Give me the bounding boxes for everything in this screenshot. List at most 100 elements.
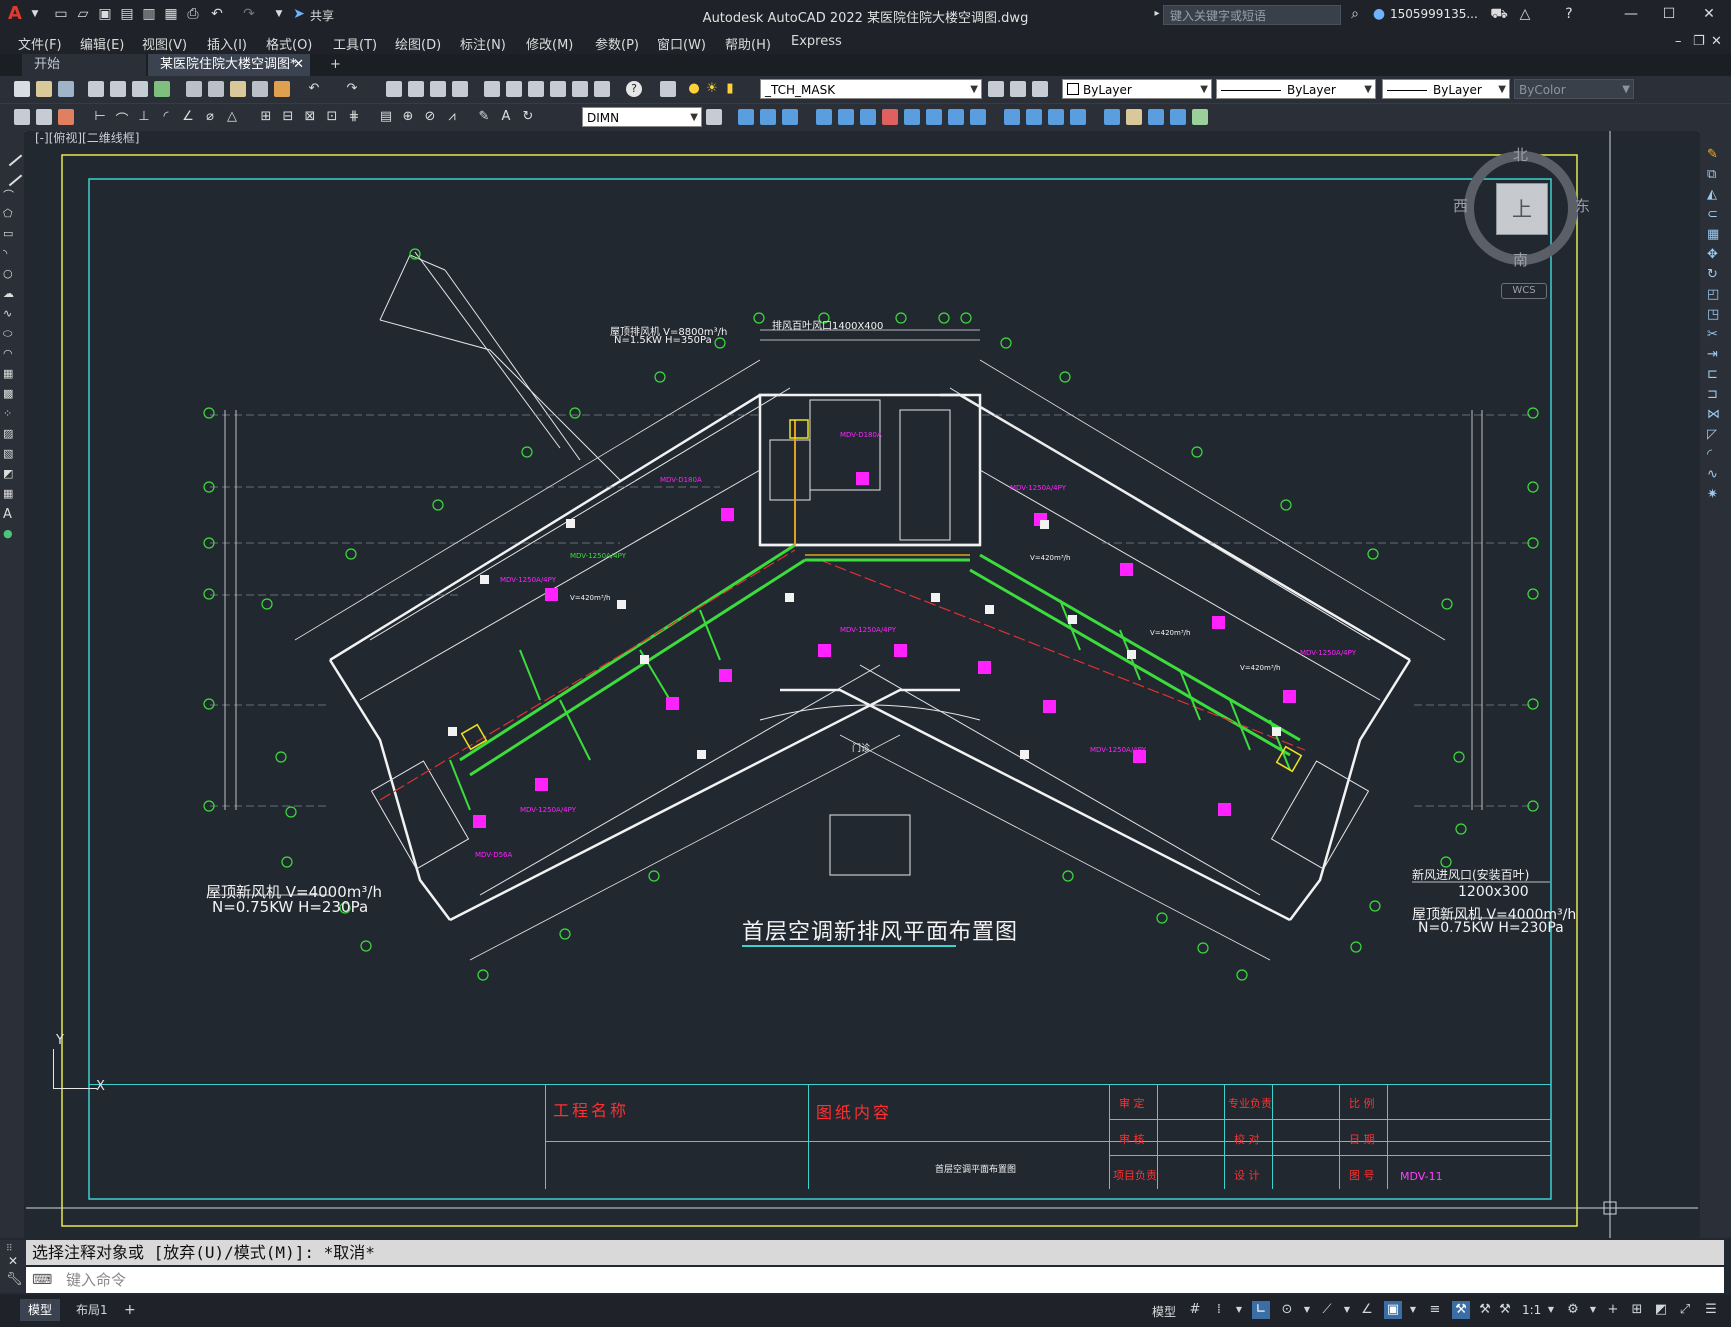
stretch-icon[interactable]: ◳ <box>1707 307 1723 322</box>
dim-angular-icon[interactable]: △ <box>224 109 240 125</box>
annotation-visibility-icon[interactable]: ⚒ <box>1452 1301 1470 1319</box>
layer-states-icon[interactable] <box>1032 81 1048 97</box>
ucs-origin-icon[interactable] <box>882 109 898 125</box>
doc-restore-icon[interactable]: ❐ <box>1693 34 1705 49</box>
offset-icon[interactable]: ⊂ <box>1707 207 1723 222</box>
dim-arc-icon[interactable]: ⌒ <box>114 109 130 128</box>
save-file-icon[interactable] <box>58 81 74 97</box>
named-ucs-icon[interactable] <box>1048 109 1064 125</box>
cut-icon[interactable] <box>186 81 202 97</box>
viewcube-east[interactable]: 东 <box>1575 195 1590 216</box>
help-icon[interactable]: ? <box>1560 5 1578 23</box>
ucs-face-icon[interactable] <box>816 109 832 125</box>
revcloud-icon[interactable]: ☁ <box>3 287 19 301</box>
dim-ordinate-icon[interactable]: ⊥ <box>136 109 152 125</box>
customize-status-icon[interactable]: ☰ <box>1702 1301 1720 1319</box>
break-icon[interactable]: ⊐ <box>1707 387 1723 402</box>
menu-tools[interactable]: 工具(T) <box>333 34 377 53</box>
ucs-z-icon[interactable] <box>1004 109 1020 125</box>
otrack-icon[interactable]: ∠ <box>1358 1301 1376 1319</box>
menu-help[interactable]: 帮助(H) <box>725 34 771 53</box>
menu-modify[interactable]: 修改(M) <box>526 34 573 53</box>
command-input[interactable]: ⌨ 键入命令 <box>26 1267 1724 1293</box>
viewcube-south[interactable]: 南 <box>1513 249 1528 270</box>
toolbar-help-icon[interactable]: ? <box>626 81 642 97</box>
autodesk-app-icon[interactable]: △ <box>1516 5 1534 23</box>
tab-drawing[interactable]: 某医院住院大楼空调图* ✕ <box>148 54 310 76</box>
table-icon[interactable]: ▦ <box>3 487 19 501</box>
doc-minimize-icon[interactable]: – <box>1675 34 1682 49</box>
isodraft-icon[interactable]: ⟋ <box>1318 1301 1336 1319</box>
dim-continue-icon[interactable]: ⊠ <box>302 109 318 125</box>
add-layout-icon[interactable]: + <box>124 1299 136 1321</box>
minimize-icon[interactable]: — <box>1622 5 1640 23</box>
wcs-menu-button[interactable]: WCS <box>1501 283 1547 299</box>
dim-text-edit-icon[interactable]: A <box>498 109 514 125</box>
layer-on-icon[interactable]: ● <box>686 81 702 97</box>
layer-unlock-icon[interactable]: ▮ <box>722 81 738 97</box>
zoom-window-icon[interactable] <box>430 81 446 97</box>
tab-start[interactable]: 开始 <box>22 54 146 76</box>
maximize-icon[interactable]: ☐ <box>1660 5 1678 23</box>
plus-icon[interactable]: + <box>1604 1301 1622 1319</box>
break-at-point-icon[interactable]: ⊏ <box>1707 367 1723 382</box>
menu-format[interactable]: 格式(O) <box>266 34 312 53</box>
command-prompt-icon[interactable]: ⌨ <box>32 1267 52 1293</box>
center-mark-icon[interactable]: ⊕ <box>400 109 416 125</box>
ucs-y-icon[interactable] <box>970 109 986 125</box>
clean-screen-icon[interactable]: ⤢ <box>1676 1301 1694 1319</box>
sheetset-icon[interactable] <box>550 81 566 97</box>
dimstyle-dropdown[interactable]: DIMN ▼ <box>582 107 702 127</box>
isodraft-chevron-icon[interactable]: ▼ <box>1338 1301 1356 1319</box>
layout1-tab[interactable]: 布局1 <box>68 1299 116 1321</box>
close-icon[interactable]: ✕ <box>1700 5 1718 23</box>
polar-icon[interactable]: ⊙ <box>1278 1301 1296 1319</box>
cart-icon[interactable]: ⛟ <box>1490 5 1508 23</box>
menu-draw[interactable]: 绘图(D) <box>395 34 441 53</box>
qdim-icon[interactable] <box>14 109 30 125</box>
menu-express[interactable]: Express <box>791 34 842 49</box>
copy-object-icon[interactable]: ⧉ <box>1707 167 1723 182</box>
dim-line-icon[interactable]: ⊢ <box>92 109 108 125</box>
point-icon[interactable]: ⁘ <box>3 407 19 421</box>
preview-icon[interactable] <box>110 81 126 97</box>
print-icon[interactable] <box>88 81 104 97</box>
model-space-button[interactable]: 模型 <box>1152 1303 1176 1320</box>
construction-line-icon[interactable] <box>0 163 23 187</box>
ucs-manager-icon[interactable] <box>1070 109 1086 125</box>
zoom-previous-icon[interactable] <box>452 81 468 97</box>
jogged-linear-icon[interactable]: ⩘ <box>444 109 460 125</box>
arc-icon[interactable]: ◝ <box>3 247 19 261</box>
view-right-icon[interactable] <box>1170 109 1186 125</box>
mtext-icon[interactable]: A <box>3 507 19 522</box>
search-input[interactable]: 键入关键字或短语 <box>1163 5 1341 25</box>
ucs-previous-icon[interactable] <box>782 109 798 125</box>
menu-edit[interactable]: 编辑(E) <box>80 34 124 53</box>
spline-icon[interactable]: ∿ <box>3 307 19 321</box>
erase-icon[interactable]: ✎ <box>1707 147 1723 162</box>
pan-icon[interactable] <box>386 81 402 97</box>
matchprop-icon[interactable] <box>252 81 268 97</box>
osnap-chevron-icon[interactable]: ▼ <box>1404 1301 1422 1319</box>
annotation-scale-value[interactable]: 1:1 <box>1522 1303 1541 1317</box>
ellipse-arc-icon[interactable]: ◠ <box>3 347 19 361</box>
tolerance-icon[interactable]: ▤ <box>378 109 394 125</box>
move-icon[interactable]: ✥ <box>1707 247 1723 262</box>
snap-menu-chevron-icon[interactable]: ▼ <box>1230 1301 1248 1319</box>
ucs-world-icon[interactable] <box>760 109 776 125</box>
workspace-chevron-icon[interactable]: ▼ <box>1584 1301 1602 1319</box>
viewcube-top-face[interactable]: 上 <box>1496 183 1548 235</box>
dim-space-icon[interactable]: ⊡ <box>324 109 340 125</box>
dim-aligned-icon[interactable] <box>58 109 74 125</box>
viewcube-west[interactable]: 西 <box>1453 195 1468 216</box>
tab-close-icon[interactable]: ✕ <box>293 54 304 76</box>
customize-wrench-icon[interactable]: 🔧︎ <box>6 1272 23 1287</box>
grid-icon[interactable]: # <box>1186 1301 1204 1319</box>
linetype-dropdown[interactable]: ByLayer ▼ <box>1216 79 1376 99</box>
publish-icon[interactable] <box>132 81 148 97</box>
scale-icon[interactable]: ◰ <box>1707 287 1723 302</box>
layer-properties-icon[interactable] <box>660 81 676 97</box>
publish-web-icon[interactable] <box>154 81 170 97</box>
dim-radius-icon[interactable]: ◜ <box>158 109 174 125</box>
lineweight-icon[interactable]: ≡ <box>1426 1301 1444 1319</box>
